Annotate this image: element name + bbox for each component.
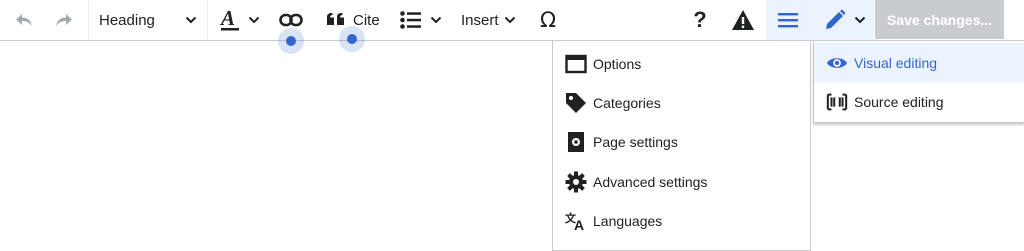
help-button[interactable]: ?: [682, 0, 718, 40]
alert-icon: [732, 10, 754, 30]
save-changes-button[interactable]: Save changes...: [875, 0, 1004, 39]
quote-icon: [327, 13, 344, 25]
chevron-down-icon: [185, 16, 197, 24]
special-character-button[interactable]: Ω: [528, 0, 568, 40]
insert-dropdown[interactable]: Insert: [454, 0, 524, 40]
list-dropdown[interactable]: [396, 0, 448, 40]
menu-item-languages[interactable]: 文 A Languages: [553, 201, 810, 241]
svg-text:A: A: [220, 8, 235, 30]
link-pulse-indicator: [278, 28, 304, 54]
editor-toolbar: Heading A Cite Insert Ω ? Save changes..…: [0, 0, 1024, 41]
help-icon: ?: [693, 7, 707, 32]
undo-icon: [16, 14, 32, 26]
pulse-dot: [286, 36, 296, 46]
omega-icon: Ω: [540, 9, 556, 31]
bullet-list-icon: [400, 11, 421, 29]
menu-item-page-settings[interactable]: Page settings: [553, 122, 810, 162]
pulse-dot: [347, 34, 357, 44]
menu-item-source-editing[interactable]: Source editing: [814, 82, 1024, 121]
language-icon: 文 A: [565, 210, 587, 232]
page-settings-icon: [565, 131, 587, 153]
page-options-menu-button[interactable]: [766, 0, 810, 40]
chevron-down-icon: [430, 16, 442, 24]
window-icon: [565, 53, 587, 75]
undo-button[interactable]: [8, 0, 40, 40]
edit-mode-switch-button[interactable]: [812, 0, 874, 40]
menu-item-options[interactable]: Options: [553, 44, 810, 84]
menu-item-categories[interactable]: Categories: [553, 83, 810, 123]
text-style-icon: A: [220, 8, 239, 31]
svg-text:A: A: [574, 217, 584, 231]
chevron-down-icon: [854, 16, 866, 24]
eye-icon: [826, 52, 848, 74]
menu-item-label: Source editing: [854, 93, 944, 110]
notices-button[interactable]: [724, 0, 762, 40]
page-options-menu: Options Categories Page settings Advance…: [552, 41, 811, 251]
svg-text:Ω: Ω: [540, 9, 556, 31]
menu-item-label: Categories: [593, 95, 661, 111]
redo-button[interactable]: [48, 0, 80, 40]
link-icon: [279, 13, 303, 27]
cite-pulse-indicator: [339, 26, 365, 52]
toolbar-separator: [207, 0, 208, 40]
chevron-down-icon: [248, 16, 260, 24]
text-style-button[interactable]: A: [212, 0, 264, 40]
pencil-icon: [826, 9, 846, 29]
menu-item-label: Page settings: [593, 134, 678, 150]
gear-icon: [565, 171, 587, 193]
menu-item-label: Visual editing: [854, 54, 938, 71]
menu-item-label: Advanced settings: [593, 174, 708, 190]
menu-item-label: Options: [593, 56, 642, 72]
menu-item-visual-editing[interactable]: Visual editing: [814, 43, 1024, 82]
insert-label: Insert: [461, 11, 499, 29]
cite-label: Cite: [353, 11, 380, 29]
menu-item-label: Languages: [593, 213, 663, 229]
tag-icon: [565, 92, 587, 114]
edit-mode-menu: Visual editing Source editing: [813, 41, 1024, 123]
hamburger-menu-icon: [778, 13, 798, 28]
menu-item-advanced-settings[interactable]: Advanced settings: [553, 162, 810, 202]
chevron-down-icon: [504, 16, 516, 24]
wikitext-brackets-icon: [826, 91, 848, 113]
heading-dropdown[interactable]: Heading: [89, 0, 207, 40]
redo-icon: [56, 14, 72, 26]
heading-label: Heading: [99, 11, 155, 29]
